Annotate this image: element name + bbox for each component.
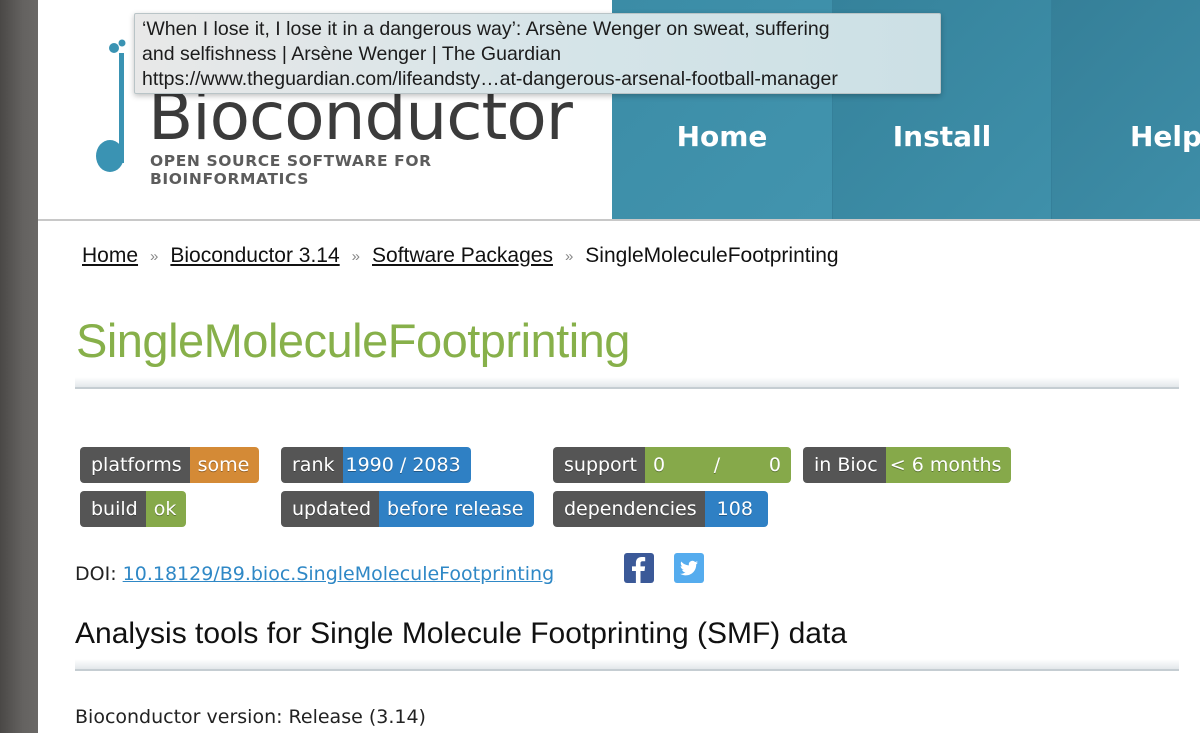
twitter-icon	[680, 560, 698, 576]
tooltip-title-line2: and selfishness | Arsène Wenger | The Gu…	[142, 43, 562, 65]
badge-rank[interactable]: rank 1990 / 2083	[281, 447, 471, 483]
window-edge	[0, 0, 38, 733]
support-separator: /	[713, 454, 721, 476]
tooltip-title-line1: ‘When I lose it, I lose it in a dangerou…	[142, 18, 830, 40]
title-divider	[75, 377, 1179, 389]
breadcrumb-current: SingleMoleculeFootprinting	[585, 244, 839, 267]
badge-support[interactable]: support 0 / 0	[553, 447, 791, 483]
badge-updated[interactable]: updated before release	[281, 491, 534, 527]
page-title: SingleMoleculeFootprinting	[76, 314, 630, 367]
support-total: 0	[768, 454, 781, 476]
badge-value: 1990 / 2083	[342, 447, 471, 483]
facebook-share-button[interactable]	[624, 553, 654, 583]
breadcrumb-software-packages[interactable]: Software Packages	[372, 244, 553, 268]
badge-in-bioc[interactable]: in Bioc < 6 months	[803, 447, 1012, 483]
badge-value: 0 / 0	[644, 447, 791, 483]
badge-platforms[interactable]: platforms some	[80, 447, 260, 483]
breadcrumb-separator: »	[351, 247, 361, 265]
page: Bioconductor OPEN SOURCE SOFTWARE FOR BI…	[38, 0, 1200, 733]
badge-value: < 6 months	[885, 447, 1012, 483]
badge-key: in Bioc	[803, 447, 886, 483]
link-tooltip: ‘When I lose it, I lose it in a dangerou…	[134, 13, 941, 94]
badge-key: rank	[281, 447, 343, 483]
subtitle-divider	[75, 659, 1179, 671]
badge-dependencies[interactable]: dependencies 108	[553, 491, 768, 527]
badge-value: some	[189, 447, 260, 483]
support-answered: 0	[652, 454, 666, 476]
badge-key: dependencies	[553, 491, 705, 527]
breadcrumb: Home » Bioconductor 3.14 » Software Pack…	[82, 244, 839, 268]
badge-build[interactable]: build ok	[80, 491, 187, 527]
breadcrumb-bioconductor-version[interactable]: Bioconductor 3.14	[170, 244, 339, 268]
badge-key: build	[80, 491, 146, 527]
package-description-title: Analysis tools for Single Molecule Footp…	[75, 617, 848, 650]
breadcrumb-home[interactable]: Home	[82, 244, 138, 268]
breadcrumb-separator: »	[150, 247, 159, 265]
badge-key: platforms	[80, 447, 190, 483]
twitter-share-button[interactable]	[674, 553, 704, 583]
badge-value: ok	[145, 491, 187, 527]
facebook-icon	[632, 557, 646, 583]
badge-value: before release	[379, 491, 534, 527]
nav-help[interactable]: Help	[1052, 0, 1200, 219]
doi-line: DOI: 10.18129/B9.bioc.SingleMoleculeFoot…	[75, 563, 554, 585]
tooltip-url: https://www.theguardian.com/lifeandsty…a…	[142, 68, 838, 90]
doi-label: DOI:	[75, 563, 117, 585]
breadcrumb-separator: »	[564, 247, 574, 265]
badge-value: 108	[704, 491, 768, 527]
badge-key: updated	[281, 491, 380, 527]
badge-key: support	[553, 447, 645, 483]
bioconductor-version: Bioconductor version: Release (3.14)	[75, 706, 426, 728]
doi-link[interactable]: 10.18129/B9.bioc.SingleMoleculeFootprint…	[123, 563, 555, 585]
logo-tagline: OPEN SOURCE SOFTWARE FOR BIOINFORMATICS	[150, 152, 432, 188]
